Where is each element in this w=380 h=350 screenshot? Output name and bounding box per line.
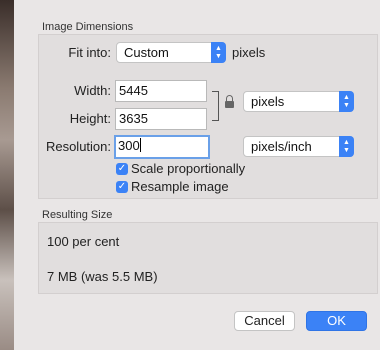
link-bracket: [212, 91, 219, 121]
resample-image-checkbox[interactable]: ✓: [116, 181, 128, 193]
scale-proportionally-label[interactable]: Scale proportionally: [131, 161, 245, 176]
resulting-percent: 100 per cent: [47, 234, 120, 249]
background-photo-strip: [0, 0, 14, 350]
image-dimensions-title: Image Dimensions: [42, 21, 134, 33]
image-dimensions-sheet: Image Dimensions Fit into: Custom ▲ ▼ pix…: [14, 0, 380, 350]
fit-into-value: Custom: [124, 45, 169, 60]
resulting-file-size: 7 MB (was 5.5 MB): [47, 269, 158, 284]
resulting-size-title: Resulting Size: [42, 209, 113, 221]
resolution-unit-popup[interactable]: pixels/inch ▲ ▼: [243, 136, 354, 157]
lock-icon[interactable]: [225, 95, 234, 108]
chevron-up-down-icon: ▲ ▼: [339, 91, 354, 112]
fit-into-unit: pixels: [232, 45, 266, 60]
size-unit-popup[interactable]: pixels ▲ ▼: [243, 91, 354, 112]
fit-into-popup[interactable]: Custom ▲ ▼: [116, 42, 226, 63]
text-caret: [139, 138, 141, 152]
resolution-value: 300: [118, 138, 140, 153]
chevron-up-down-icon: ▲ ▼: [339, 136, 354, 157]
scale-proportionally-checkbox[interactable]: ✓: [116, 163, 128, 175]
resolution-label: Resolution:: [45, 139, 111, 154]
chevron-up-down-icon: ▲ ▼: [211, 42, 226, 63]
width-field[interactable]: 5445: [115, 80, 207, 102]
width-label: Width:: [74, 83, 111, 98]
resolution-unit-value: pixels/inch: [251, 139, 312, 154]
fit-into-label: Fit into:: [68, 45, 111, 60]
resolution-field[interactable]: 300: [114, 135, 210, 159]
height-label: Height:: [69, 111, 111, 126]
height-field[interactable]: 3635: [115, 108, 207, 130]
cancel-button[interactable]: Cancel: [234, 311, 295, 331]
ok-button[interactable]: OK: [306, 311, 367, 331]
resample-image-label[interactable]: Resample image: [131, 179, 229, 194]
size-unit-value: pixels: [251, 94, 285, 109]
